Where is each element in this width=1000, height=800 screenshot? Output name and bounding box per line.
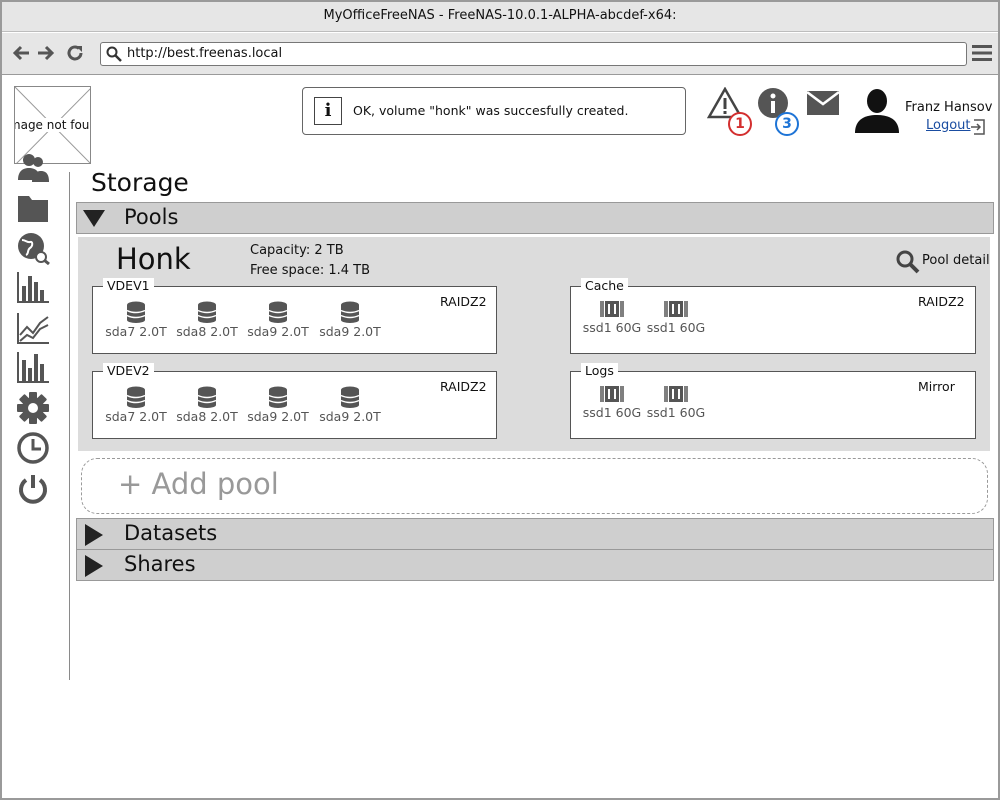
hard-disk-icon (268, 386, 288, 408)
section-header-datasets[interactable]: Datasets (76, 518, 994, 550)
user-name: Franz Hansov (905, 100, 993, 115)
section-label-shares: Shares (124, 552, 196, 576)
bar-chart-alt-icon[interactable] (16, 350, 50, 384)
gear-icon[interactable] (16, 391, 50, 425)
hard-disk-icon (268, 301, 288, 323)
notification-message: OK, volume "honk" was succesfully create… (353, 103, 629, 118)
disk-label: sda7 2.0T (105, 409, 167, 424)
expanded-triangle-icon (82, 208, 106, 232)
disk-label: sda7 2.0T (105, 324, 167, 339)
disk-label: sda9 2.0T (247, 409, 309, 424)
url-text: http://best.freenas.local (127, 46, 283, 61)
ssd-label: ssd1 60G (582, 405, 642, 420)
line-chart-icon[interactable] (16, 311, 50, 345)
collapsed-triangle-icon (84, 554, 104, 582)
hamburger-menu-icon[interactable] (972, 44, 992, 66)
vdev-raid-type: RAIDZ2 (440, 294, 487, 309)
logs-raid-type: Mirror (918, 379, 955, 394)
power-icon[interactable] (16, 472, 50, 506)
users-icon[interactable] (16, 152, 50, 186)
alerts-count-badge: 1 (728, 112, 752, 136)
pool-detail-label: Pool detail (922, 253, 990, 268)
pool-free-space: Free space: 1.4 TB (250, 263, 371, 278)
add-pool-button[interactable]: + Add pool (81, 458, 988, 514)
page-title: Storage (91, 168, 189, 197)
image-not-found-text: Image not found (15, 118, 90, 132)
disk-item[interactable]: sda9 2.0T (243, 301, 313, 339)
hard-disk-icon (197, 386, 217, 408)
disk-item[interactable]: sda8 2.0T (172, 386, 242, 424)
disk-item[interactable]: sda9 2.0T (315, 301, 385, 339)
ssd-label: ssd1 60G (646, 405, 706, 420)
ssd-icon (664, 301, 688, 317)
pool-capacity: Capacity: 2 TB (250, 243, 344, 258)
ssd-icon (600, 301, 624, 317)
logout-link[interactable]: Logout (926, 118, 971, 133)
ssd-icon (664, 386, 688, 402)
section-header-pools[interactable]: Pools (76, 202, 994, 234)
info-count-badge: 3 (775, 112, 799, 136)
disk-item[interactable]: sda7 2.0T (101, 386, 171, 424)
forward-arrow-icon[interactable] (35, 43, 57, 65)
ssd-item[interactable]: ssd1 60G (577, 299, 647, 335)
hard-disk-icon (126, 301, 146, 323)
address-bar[interactable]: http://best.freenas.local (100, 42, 967, 66)
vdev-box[interactable]: VDEV2 RAIDZ2 sda7 2.0T sda8 2.0T sda9 2.… (92, 363, 497, 439)
reload-icon[interactable] (64, 43, 86, 65)
disk-label: sda9 2.0T (247, 324, 309, 339)
cache-title: Cache (581, 278, 628, 294)
disk-item[interactable]: sda9 2.0T (315, 386, 385, 424)
collapsed-triangle-icon (84, 523, 104, 551)
hard-disk-icon (340, 386, 360, 408)
hard-disk-icon (340, 301, 360, 323)
browser-window: MyOfficeFreeNAS - FreeNAS-10.0.1-ALPHA-a… (0, 0, 1000, 800)
vdev-raid-type: RAIDZ2 (440, 379, 487, 394)
section-label-datasets: Datasets (124, 521, 218, 545)
disk-label: sda9 2.0T (319, 409, 381, 424)
section-header-shares[interactable]: Shares (76, 549, 994, 581)
disk-item[interactable]: sda7 2.0T (101, 301, 171, 339)
hard-disk-icon (197, 301, 217, 323)
vdev-box[interactable]: VDEV1 RAIDZ2 sda7 2.0T sda8 2.0T sda9 2.… (92, 278, 497, 354)
disk-item[interactable]: sda9 2.0T (243, 386, 313, 424)
window-title: MyOfficeFreeNAS - FreeNAS-10.0.1-ALPHA-a… (323, 8, 677, 23)
disk-label: sda9 2.0T (319, 324, 381, 339)
avatar (853, 86, 901, 138)
ssd-item[interactable]: ssd1 60G (641, 299, 711, 335)
ssd-item[interactable]: ssd1 60G (641, 384, 711, 420)
sidebar-divider (69, 172, 70, 680)
disk-label: sda8 2.0T (176, 324, 238, 339)
magnifier-icon (896, 250, 920, 274)
add-pool-label: + Add pool (118, 467, 279, 501)
globe-network-icon[interactable] (16, 231, 50, 266)
vdev-title: VDEV2 (103, 363, 154, 379)
hard-disk-icon (126, 386, 146, 408)
ssd-label: ssd1 60G (582, 320, 642, 335)
bar-chart-icon[interactable] (16, 270, 50, 304)
clock-icon[interactable] (16, 431, 50, 465)
browser-toolbar: http://best.freenas.local (2, 33, 998, 75)
disk-item[interactable]: sda8 2.0T (172, 301, 242, 339)
info-icon: i (314, 97, 342, 125)
back-arrow-icon[interactable] (10, 43, 32, 65)
cache-raid-type: RAIDZ2 (918, 294, 965, 309)
notification-banner: i OK, volume "honk" was succesfully crea… (302, 87, 686, 135)
logout-icon[interactable] (970, 118, 988, 140)
logs-title: Logs (581, 363, 618, 379)
window-titlebar: MyOfficeFreeNAS - FreeNAS-10.0.1-ALPHA-a… (2, 2, 998, 32)
search-icon (106, 46, 122, 70)
ssd-item[interactable]: ssd1 60G (577, 384, 647, 420)
pool-name: Honk (116, 242, 191, 276)
section-label-pools: Pools (124, 205, 179, 229)
mail-icon[interactable] (806, 91, 840, 119)
vdev-title: VDEV1 (103, 278, 154, 294)
ssd-label: ssd1 60G (646, 320, 706, 335)
disk-label: sda8 2.0T (176, 409, 238, 424)
logs-box[interactable]: Logs Mirror ssd1 60G ssd1 60G (570, 363, 976, 439)
cache-box[interactable]: Cache RAIDZ2 ssd1 60G ssd1 60G (570, 278, 976, 354)
folder-icon[interactable] (16, 192, 50, 226)
ssd-icon (600, 386, 624, 402)
